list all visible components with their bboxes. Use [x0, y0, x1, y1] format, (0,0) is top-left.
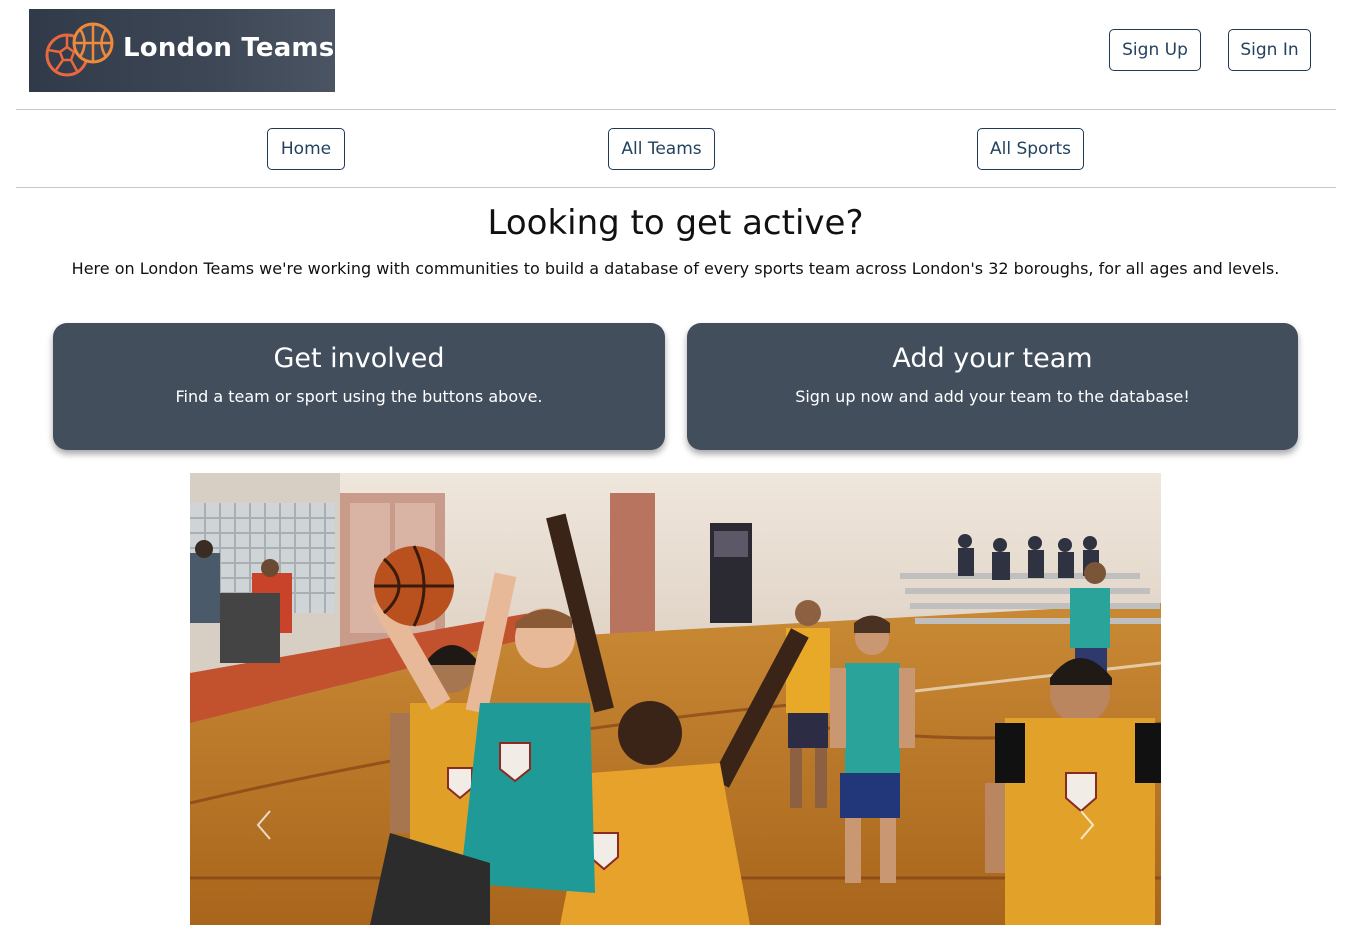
image-carousel[interactable] — [190, 473, 1161, 925]
logo-text: London Teams — [123, 33, 335, 63]
basketball — [374, 545, 454, 627]
card-text: Find a team or sport using the buttons a… — [175, 387, 543, 406]
header-divider — [16, 109, 1336, 110]
carousel-prev-arrow[interactable] — [252, 805, 276, 845]
sports-balls-icon — [45, 22, 114, 77]
get-involved-card[interactable]: Get involved Find a team or sport using … — [53, 323, 665, 450]
card-title: Add your team — [892, 343, 1093, 374]
chevron-right-icon — [1080, 810, 1095, 840]
site-logo[interactable]: London Teams — [29, 9, 335, 92]
site-header: London Teams Sign Up Sign In — [0, 0, 1345, 110]
hero-subtitle: Here on London Teams we're working with … — [71, 259, 1280, 278]
sign-in-button[interactable]: Sign In — [1228, 29, 1311, 71]
nav-home-button[interactable]: Home — [267, 128, 345, 170]
sign-up-button[interactable]: Sign Up — [1109, 29, 1201, 71]
add-team-card[interactable]: Add your team Sign up now and add your t… — [687, 323, 1298, 450]
carousel-next-arrow[interactable] — [1075, 805, 1099, 845]
basketball-game-photo — [190, 473, 1161, 925]
nav-all-sports-button[interactable]: All Sports — [977, 128, 1084, 170]
nav-divider — [16, 187, 1336, 188]
hero-title: Looking to get active? — [487, 203, 864, 243]
card-title: Get involved — [273, 343, 445, 374]
nav-all-teams-button[interactable]: All Teams — [608, 128, 715, 170]
card-text: Sign up now and add your team to the dat… — [795, 387, 1190, 406]
chevron-left-icon — [256, 810, 271, 840]
